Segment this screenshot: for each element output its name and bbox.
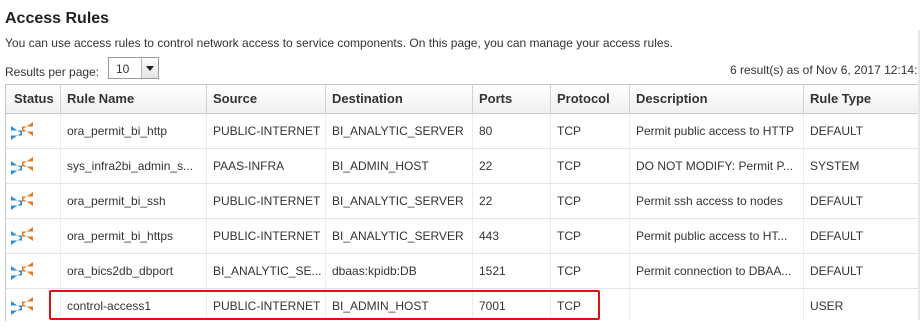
column-header-rule-name[interactable]: Rule Name bbox=[61, 85, 207, 113]
page-title: Access Rules bbox=[5, 10, 110, 27]
destination-cell: BI_ADMIN_HOST bbox=[326, 149, 473, 183]
description-cell: Permit connection to DBAA... bbox=[630, 254, 804, 288]
rule-type-cell: DEFAULT bbox=[804, 254, 920, 288]
results-per-page-label: Results per page: bbox=[5, 65, 100, 79]
status-cell bbox=[6, 114, 61, 148]
destination-cell: dbaas:kpidb:DB bbox=[326, 254, 473, 288]
source-cell: PUBLIC-INTERNET bbox=[207, 184, 326, 218]
rule-type-cell: DEFAULT bbox=[804, 114, 920, 148]
chevron-down-icon[interactable] bbox=[141, 58, 158, 78]
destination-cell: BI_ADMIN_HOST bbox=[326, 289, 473, 321]
status-cell bbox=[6, 254, 61, 288]
results-per-page-select[interactable]: 10 bbox=[108, 57, 159, 79]
protocol-cell: TCP bbox=[551, 254, 630, 288]
access-rule-arrows-icon bbox=[11, 262, 33, 280]
access-rules-table: Status Rule Name Source Destination Port… bbox=[5, 84, 920, 321]
destination-cell: BI_ANALYTIC_SERVER bbox=[326, 114, 473, 148]
protocol-cell: TCP bbox=[551, 149, 630, 183]
access-rule-arrows-icon bbox=[11, 227, 33, 245]
rule-type-cell: SYSTEM bbox=[804, 149, 920, 183]
source-cell: PAAS-INFRA bbox=[207, 149, 326, 183]
column-header-destination[interactable]: Destination bbox=[326, 85, 473, 113]
source-cell: BI_ANALYTIC_SE... bbox=[207, 254, 326, 288]
status-cell bbox=[6, 149, 61, 183]
ports-cell: 7001 bbox=[473, 289, 551, 321]
column-header-protocol[interactable]: Protocol bbox=[551, 85, 630, 113]
status-cell bbox=[6, 219, 61, 253]
access-rule-arrows-icon bbox=[11, 157, 33, 175]
table-row[interactable]: sys_infra2bi_admin_s... PAAS-INFRA BI_AD… bbox=[6, 149, 920, 184]
protocol-cell: TCP bbox=[551, 219, 630, 253]
access-rule-arrows-icon bbox=[11, 192, 33, 210]
ports-cell: 22 bbox=[473, 149, 551, 183]
status-cell bbox=[6, 289, 61, 321]
access-rule-arrows-icon bbox=[11, 122, 33, 140]
destination-cell: BI_ANALYTIC_SERVER bbox=[326, 219, 473, 253]
protocol-cell: TCP bbox=[551, 289, 630, 321]
description-cell bbox=[630, 289, 804, 321]
results-per-page-value: 10 bbox=[116, 62, 130, 76]
rule-name-cell[interactable]: ora_bics2db_dbport bbox=[61, 254, 207, 288]
column-header-status[interactable]: Status bbox=[6, 85, 61, 113]
ports-cell: 1521 bbox=[473, 254, 551, 288]
destination-cell: BI_ANALYTIC_SERVER bbox=[326, 184, 473, 218]
table-header: Status Rule Name Source Destination Port… bbox=[6, 85, 920, 114]
description-cell: Permit public access to HTTP bbox=[630, 114, 804, 148]
table-row[interactable]: ora_permit_bi_https PUBLIC-INTERNET BI_A… bbox=[6, 219, 920, 254]
rule-type-cell: USER bbox=[804, 289, 920, 321]
column-header-source[interactable]: Source bbox=[207, 85, 326, 113]
rule-name-cell[interactable]: ora_permit_bi_https bbox=[61, 219, 207, 253]
rule-name-cell[interactable]: control-access1 bbox=[61, 289, 207, 321]
column-header-ports[interactable]: Ports bbox=[473, 85, 551, 113]
results-summary: 6 result(s) as of Nov 6, 2017 12:14: bbox=[730, 63, 918, 77]
protocol-cell: TCP bbox=[551, 184, 630, 218]
description-cell: Permit ssh access to nodes bbox=[630, 184, 804, 218]
table-row[interactable]: ora_permit_bi_http PUBLIC-INTERNET BI_AN… bbox=[6, 114, 920, 149]
source-cell: PUBLIC-INTERNET bbox=[207, 114, 326, 148]
protocol-cell: TCP bbox=[551, 114, 630, 148]
status-cell bbox=[6, 184, 61, 218]
rule-name-cell[interactable]: ora_permit_bi_http bbox=[61, 114, 207, 148]
description-cell: DO NOT MODIFY: Permit P... bbox=[630, 149, 804, 183]
table-row[interactable]: control-access1 PUBLIC-INTERNET BI_ADMIN… bbox=[6, 289, 920, 321]
rule-type-cell: DEFAULT bbox=[804, 184, 920, 218]
column-header-description[interactable]: Description bbox=[630, 85, 804, 113]
table-row[interactable]: ora_bics2db_dbport BI_ANALYTIC_SE... dba… bbox=[6, 254, 920, 289]
ports-cell: 22 bbox=[473, 184, 551, 218]
column-header-rule-type[interactable]: Rule Type bbox=[804, 85, 920, 113]
table-row[interactable]: ora_permit_bi_ssh PUBLIC-INTERNET BI_ANA… bbox=[6, 184, 920, 219]
rule-name-cell[interactable]: ora_permit_bi_ssh bbox=[61, 184, 207, 218]
ports-cell: 80 bbox=[473, 114, 551, 148]
source-cell: PUBLIC-INTERNET bbox=[207, 289, 326, 321]
access-rule-arrows-icon bbox=[11, 297, 33, 315]
page-description: You can use access rules to control netw… bbox=[5, 36, 673, 50]
rule-type-cell: DEFAULT bbox=[804, 219, 920, 253]
source-cell: PUBLIC-INTERNET bbox=[207, 219, 326, 253]
description-cell: Permit public access to HT... bbox=[630, 219, 804, 253]
ports-cell: 443 bbox=[473, 219, 551, 253]
rule-name-cell[interactable]: sys_infra2bi_admin_s... bbox=[61, 149, 207, 183]
